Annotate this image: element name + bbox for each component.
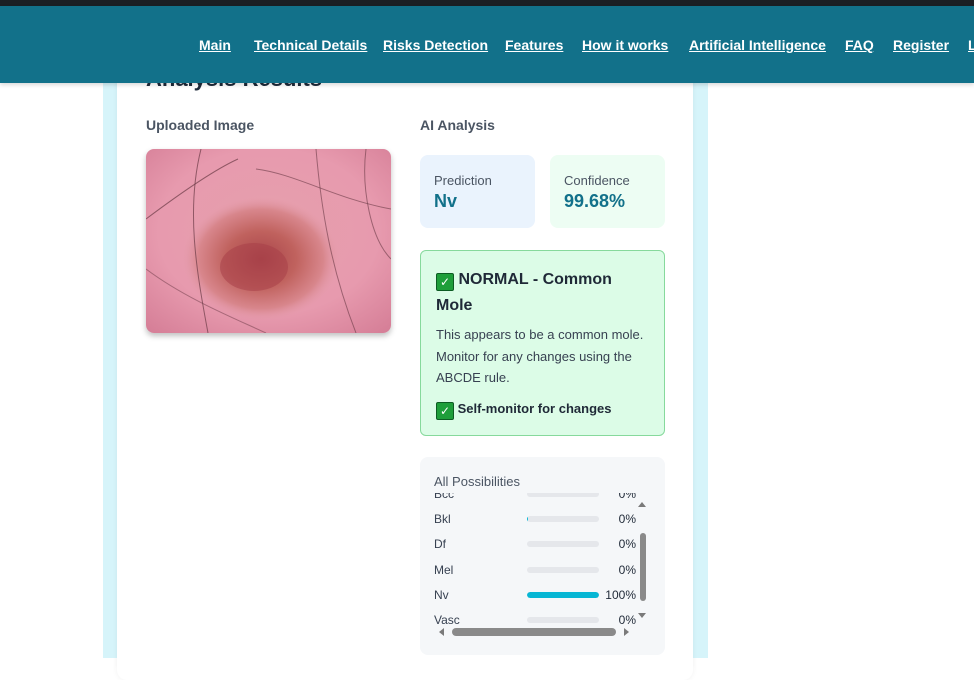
possibility-bar-track (527, 566, 599, 573)
possibility-name: Bcc (434, 493, 455, 501)
nav-link-faq[interactable]: FAQ (845, 37, 874, 53)
diagnosis-description: This appears to be a common mole. Monito… (436, 327, 644, 385)
possibility-bar-fill (527, 516, 529, 523)
vertical-scroll-thumb[interactable] (640, 533, 646, 601)
nav-link-main[interactable]: Main (199, 37, 231, 53)
possibility-row: Vasc 0% (434, 611, 636, 626)
possibility-name: Nv (434, 587, 449, 602)
possibility-bar-track (527, 541, 599, 548)
confidence-label: Confidence (564, 173, 630, 188)
diagnosis-title-text: NORMAL - Common Mole (436, 271, 612, 314)
possibility-percent: 0% (618, 537, 636, 552)
nav-link-artificial-intelligence[interactable]: Artificial Intelligence (689, 37, 826, 53)
scroll-down-arrow-icon[interactable] (638, 613, 646, 618)
nav-link-register[interactable]: Register (893, 37, 949, 53)
scroll-up-arrow-icon[interactable] (638, 502, 646, 507)
nav-link-features[interactable]: Features (505, 37, 563, 53)
nav-link-login-cut[interactable]: L (968, 37, 974, 53)
ai-analysis-label: AI Analysis (420, 117, 495, 133)
possibility-bar-track (527, 516, 599, 523)
possibility-bar-track (527, 493, 599, 497)
possibility-row: Nv 100% (434, 586, 636, 606)
check-box-icon: ✓ (436, 273, 454, 291)
possibility-bar-track (527, 591, 599, 598)
possibility-row: Bcc 0% (434, 493, 636, 505)
possibility-percent: 100% (605, 587, 636, 602)
check-box-icon: ✓ (436, 402, 454, 420)
possibility-row: Mel 0% (434, 561, 636, 581)
prediction-card: Prediction Nv (420, 155, 535, 228)
possibility-bar-fill (527, 591, 599, 598)
possibilities-list[interactable]: Bcc 0% Bkl 0% Df 0% Mel 0% Nv 100% Vasc 0% (434, 493, 636, 626)
confidence-card: Confidence 99.68% (550, 155, 665, 228)
scroll-right-arrow-icon[interactable] (624, 628, 629, 636)
horizontal-scroll-thumb[interactable] (452, 628, 616, 636)
nav-link-technical-details[interactable]: Technical Details (254, 37, 367, 53)
possibility-percent: 0% (618, 493, 636, 501)
uploaded-lesion-image (146, 149, 391, 333)
possibility-name: Df (434, 537, 446, 552)
prediction-value: Nv (434, 191, 458, 211)
prediction-label: Prediction (434, 173, 492, 188)
possibility-percent: 0% (618, 613, 636, 626)
diagnosis-result-box: ✓ NORMAL - Common Mole This appears to b… (420, 250, 665, 436)
uploaded-image-label: Uploaded Image (146, 117, 255, 133)
nav-link-risks-detection[interactable]: Risks Detection (383, 37, 488, 53)
possibility-percent: 0% (618, 562, 636, 577)
possibility-percent: 0% (618, 512, 636, 527)
scroll-left-arrow-icon[interactable] (439, 628, 444, 636)
top-navbar: Main Technical Details Risks Detection F… (0, 6, 974, 83)
all-possibilities-panel[interactable]: All Possibilities Bcc 0% Bkl 0% Df 0% Mel 0% Nv 1… (420, 457, 665, 655)
possibility-name: Mel (434, 562, 454, 577)
recommended-action: ✓ Self-monitor for changes (436, 401, 611, 420)
recommended-action-text: Self-monitor for changes (457, 401, 612, 416)
diagnosis-title: ✓ NORMAL - Common Mole (436, 267, 651, 319)
nav-link-how-it-works[interactable]: How it works (582, 37, 668, 53)
possibility-name: Vasc (434, 613, 460, 626)
all-possibilities-title: All Possibilities (434, 474, 520, 489)
possibility-row: Bkl 0% (434, 510, 636, 530)
possibility-name: Bkl (434, 512, 451, 527)
confidence-value: 99.68% (564, 191, 626, 211)
possibility-row: Df 0% (434, 535, 636, 555)
possibility-bar-track (527, 617, 599, 623)
